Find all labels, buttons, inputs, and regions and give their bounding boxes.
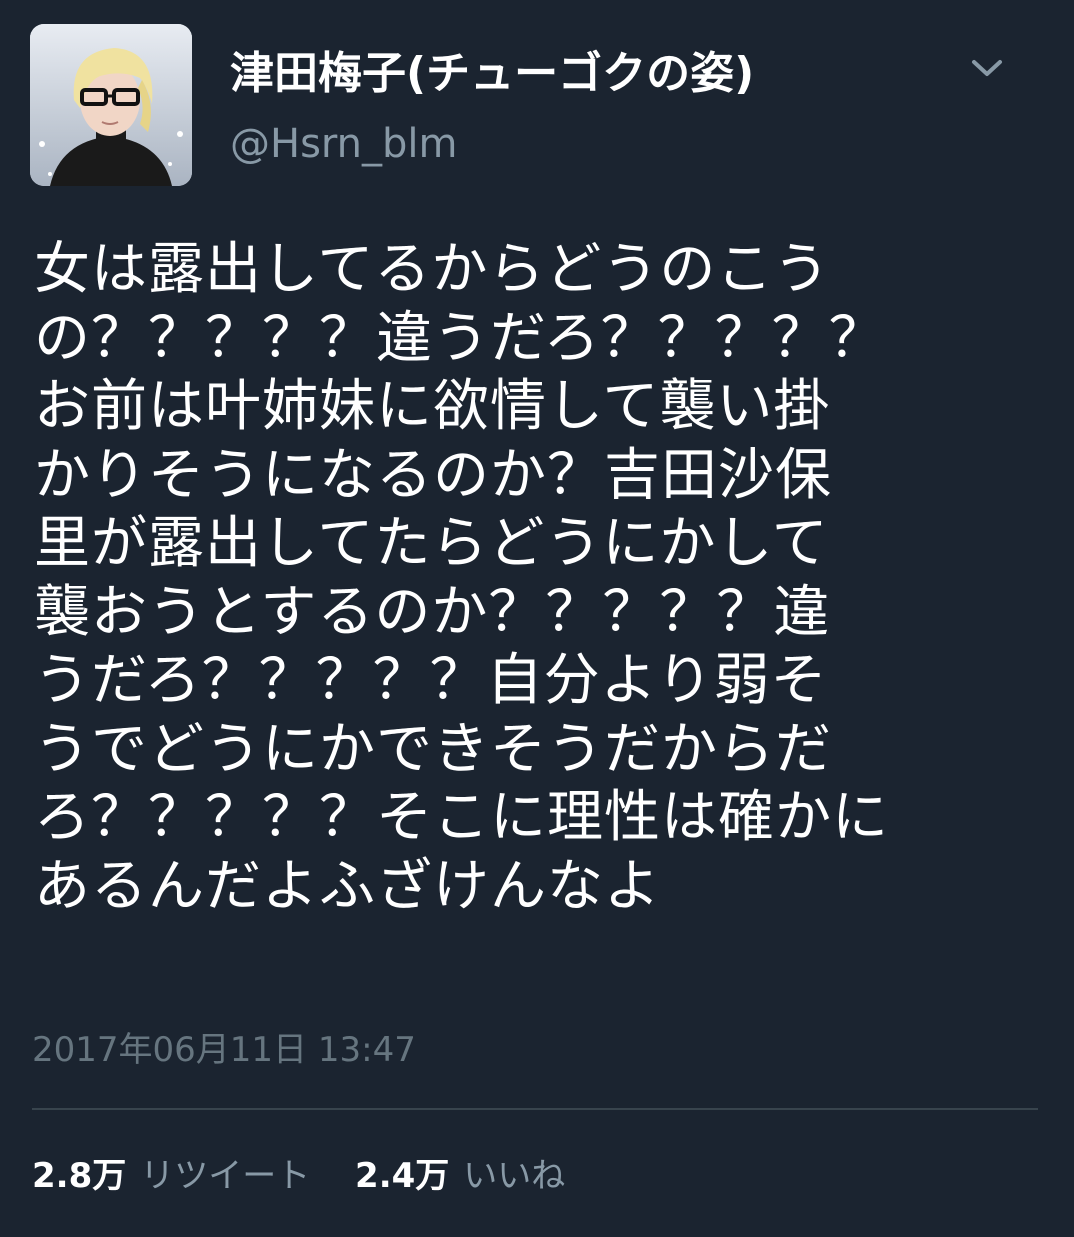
likes-stat[interactable]: 2.4万 いいね [355, 1152, 565, 1200]
avatar-photo-icon [30, 24, 192, 186]
user-avatar[interactable] [30, 24, 192, 186]
tweet-text: 女は露出してるからどうのこう の？？？？？違うだろ？？？？？ お前は叶姉妹に欲情… [34, 236, 1024, 921]
tweet-text-line: かりそうになるのか？吉田沙保 [34, 442, 832, 508]
user-display-name[interactable]: 津田梅子(チューゴクの姿) [230, 46, 754, 102]
tweet-stats: 2.8万 リツイート 2.4万 いいね [32, 1152, 599, 1200]
retweets-stat[interactable]: 2.8万 リツイート [32, 1152, 310, 1200]
tweet-text-line: 里が露出してたらどうにかして [34, 511, 829, 576]
chevron-down-icon [972, 60, 1002, 76]
tweet-text-line: 襲おうとするのか？？？？？違 [34, 579, 831, 645]
tweet-card: 津田梅子(チューゴクの姿) @Hsrn_blm 女は露出してるからどうのこう の… [0, 0, 1074, 1237]
likes-label: いいね [463, 1156, 566, 1196]
tweet-text-line: うだろ？？？？？自分より弱そ [34, 648, 828, 713]
likes-count: 2.4万 [355, 1156, 450, 1196]
tweet-text-line: お前は叶姉妹に欲情して襲い掛 [34, 374, 831, 439]
tweet-text-line: の？？？？？違うだろ？？？？？ [34, 305, 886, 371]
retweets-label: リツイート [140, 1156, 311, 1196]
user-handle[interactable]: @Hsrn_blm [230, 118, 457, 170]
tweet-text-line: うでどうにかできそうだからだ [34, 716, 832, 782]
tweet-text-line: ろ？？？？？そこに理性は確かに [34, 785, 889, 850]
retweets-count: 2.8万 [32, 1156, 127, 1196]
tweet-menu-button[interactable] [962, 50, 1012, 90]
tweet-timestamp: 2017年06月11日 13:47 [32, 1030, 416, 1070]
tweet-text-line: あるんだよふざけんなよ [34, 853, 661, 919]
tweet-text-line: 女は露出してるからどうのこう [34, 237, 831, 302]
divider [32, 1108, 1038, 1110]
